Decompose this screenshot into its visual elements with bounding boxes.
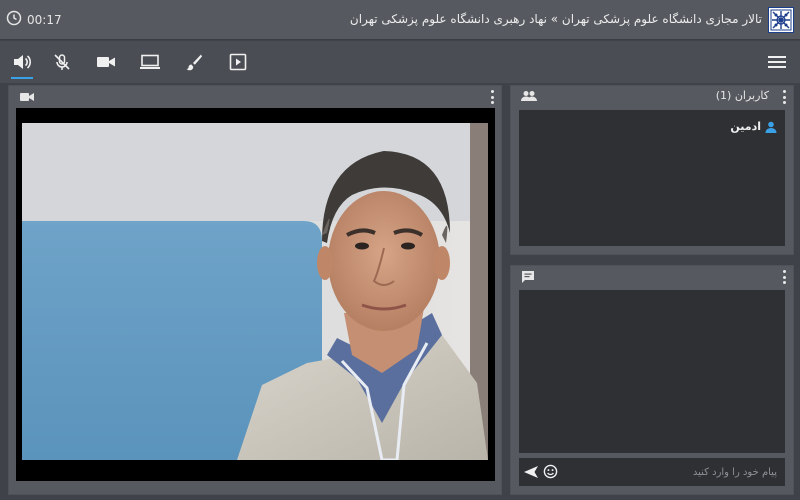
video-camera-icon [20, 93, 34, 101]
toolbar [0, 41, 800, 83]
video-panel-options-button[interactable] [489, 90, 495, 104]
speaker-video-feed [22, 123, 488, 460]
whiteboard-button[interactable] [183, 51, 205, 73]
video-panel-header [9, 86, 501, 108]
users-icon [521, 91, 537, 101]
chat-panel-header [511, 266, 793, 288]
whiteboard-brush-icon [186, 54, 202, 71]
users-panel-options-button[interactable] [781, 90, 787, 104]
microphone-toggle-button[interactable] [51, 51, 73, 73]
timer-value: 00:17 [27, 12, 62, 27]
user-name: ادمین [730, 120, 761, 133]
send-button[interactable] [523, 464, 539, 483]
user-icon [765, 121, 777, 133]
list-item[interactable]: ادمین [730, 120, 777, 133]
screen-share-icon [140, 54, 160, 69]
chat-panel [510, 265, 794, 495]
chat-message-input[interactable] [577, 462, 777, 482]
video-stream[interactable] [16, 108, 495, 481]
camera-icon [97, 57, 115, 67]
chat-icon [522, 271, 534, 283]
users-list: ادمین [519, 110, 785, 246]
camera-toggle-button[interactable] [95, 51, 117, 73]
media-play-button[interactable] [227, 51, 249, 73]
users-panel-header: کاربران (1) [511, 86, 793, 108]
screen-share-button[interactable] [139, 51, 161, 73]
top-bar: 00:17 تالار مجازی دانشگاه علوم پزشکی تهر… [0, 0, 800, 40]
page-title: تالار مجازی دانشگاه علوم پزشکی تهران » ن… [349, 12, 762, 26]
clock-icon [6, 10, 22, 29]
speaker-icon [14, 55, 32, 69]
chat-messages [519, 290, 785, 453]
video-panel [8, 85, 502, 495]
hamburger-menu-icon [768, 56, 786, 68]
users-panel: کاربران (1) ادمین [510, 85, 794, 255]
users-panel-title: کاربران (1) [715, 89, 769, 102]
send-icon [524, 466, 538, 478]
chat-panel-options-button[interactable] [781, 270, 787, 284]
university-logo-icon [768, 7, 794, 33]
emoji-button[interactable] [543, 464, 558, 483]
media-play-icon [229, 53, 247, 71]
emoji-icon [543, 464, 558, 479]
hamburger-menu-button[interactable] [768, 54, 786, 73]
session-timer: 00:17 [6, 10, 62, 29]
chat-input-bar [519, 458, 785, 486]
microphone-off-icon [54, 54, 70, 70]
speaker-button[interactable] [11, 51, 33, 79]
